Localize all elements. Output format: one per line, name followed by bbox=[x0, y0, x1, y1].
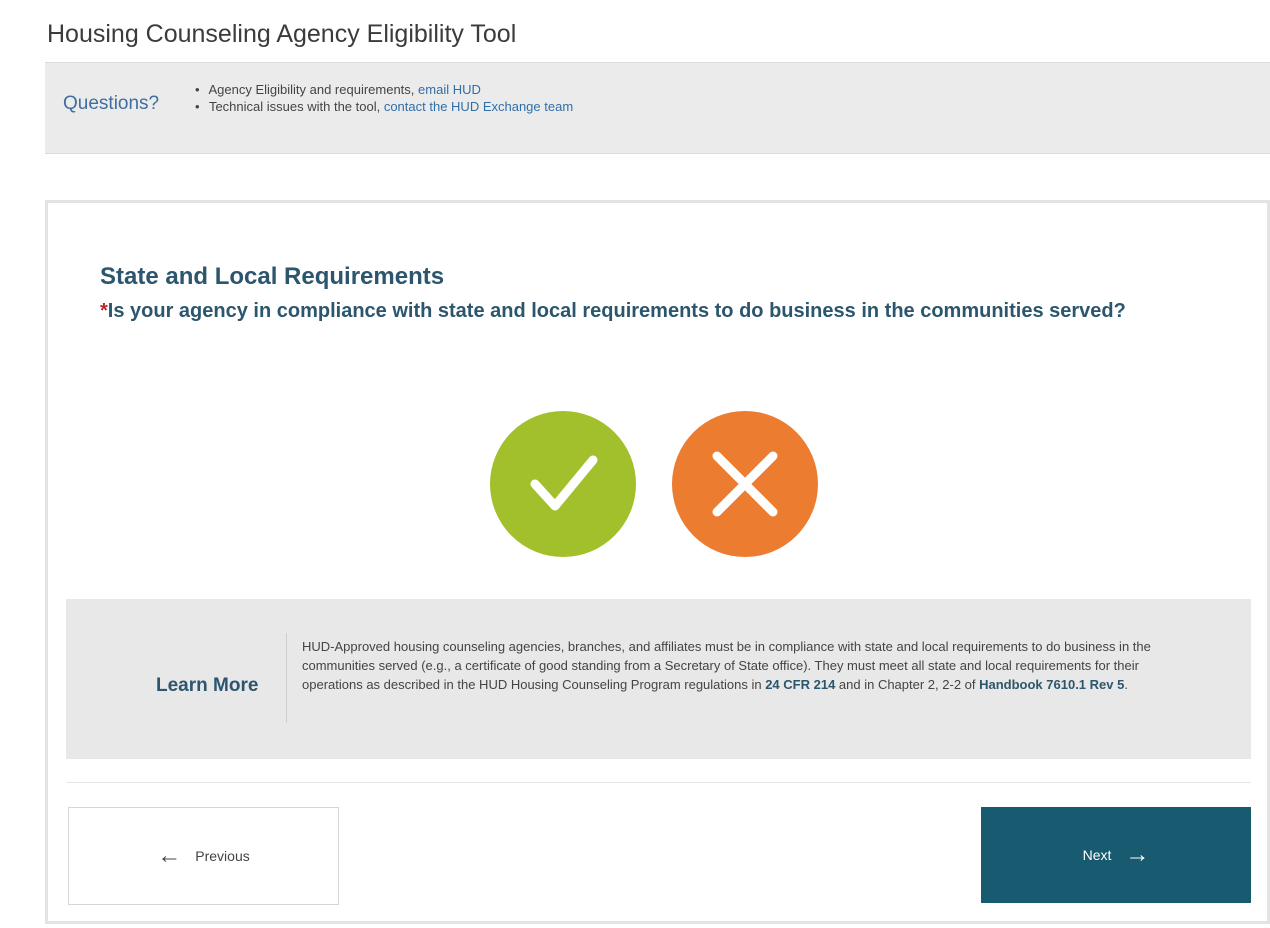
page-title: Housing Counseling Agency Eligibility To… bbox=[47, 20, 517, 48]
contact-hud-exchange-link[interactable]: contact the HUD Exchange team bbox=[384, 99, 573, 114]
no-button[interactable] bbox=[672, 411, 818, 557]
previous-button[interactable]: ← Previous bbox=[68, 807, 339, 905]
questions-item-eligibility: Agency Eligibility and requirements, ema… bbox=[195, 81, 573, 98]
yes-button[interactable] bbox=[490, 411, 636, 557]
section-title: State and Local Requirements bbox=[100, 263, 445, 290]
learn-more-text: HUD-Approved housing counseling agencies… bbox=[302, 637, 1202, 694]
question-text: *Is your agency in compliance with state… bbox=[100, 300, 1126, 323]
checkmark-icon bbox=[530, 455, 598, 511]
cfr-214-link[interactable]: 24 CFR 214 bbox=[765, 677, 835, 692]
questions-item-technical: Technical issues with the tool, contact … bbox=[195, 98, 573, 115]
question-label: Is your agency in compliance with state … bbox=[107, 300, 1126, 322]
learn-more-divider bbox=[286, 633, 287, 723]
card-divider bbox=[66, 782, 1251, 783]
next-label: Next bbox=[1082, 847, 1112, 863]
questions-item-text: Agency Eligibility and requirements, bbox=[208, 82, 419, 97]
arrow-right-icon: → bbox=[1125, 841, 1150, 868]
required-marker: * bbox=[100, 300, 108, 322]
previous-label: Previous bbox=[195, 848, 250, 864]
question-card: State and Local Requirements *Is your ag… bbox=[45, 200, 1270, 924]
questions-bar: Questions? Agency Eligibility and requir… bbox=[45, 62, 1270, 154]
learn-more-text-part: . bbox=[1124, 677, 1128, 692]
x-icon bbox=[712, 451, 778, 517]
learn-more-label: Learn More bbox=[156, 675, 259, 696]
next-button[interactable]: Next → bbox=[981, 807, 1251, 903]
learn-more-text-part: and in Chapter 2, 2-2 of bbox=[835, 677, 980, 692]
email-hud-link[interactable]: email HUD bbox=[418, 82, 481, 97]
questions-item-text: Technical issues with the tool, bbox=[208, 99, 384, 114]
arrow-left-icon: ← bbox=[157, 842, 182, 869]
questions-list: Agency Eligibility and requirements, ema… bbox=[195, 81, 573, 115]
questions-label: Questions? bbox=[63, 93, 160, 114]
handbook-link[interactable]: Handbook 7610.1 Rev 5 bbox=[979, 677, 1124, 692]
learn-more-panel: Learn More HUD-Approved housing counseli… bbox=[66, 599, 1251, 759]
